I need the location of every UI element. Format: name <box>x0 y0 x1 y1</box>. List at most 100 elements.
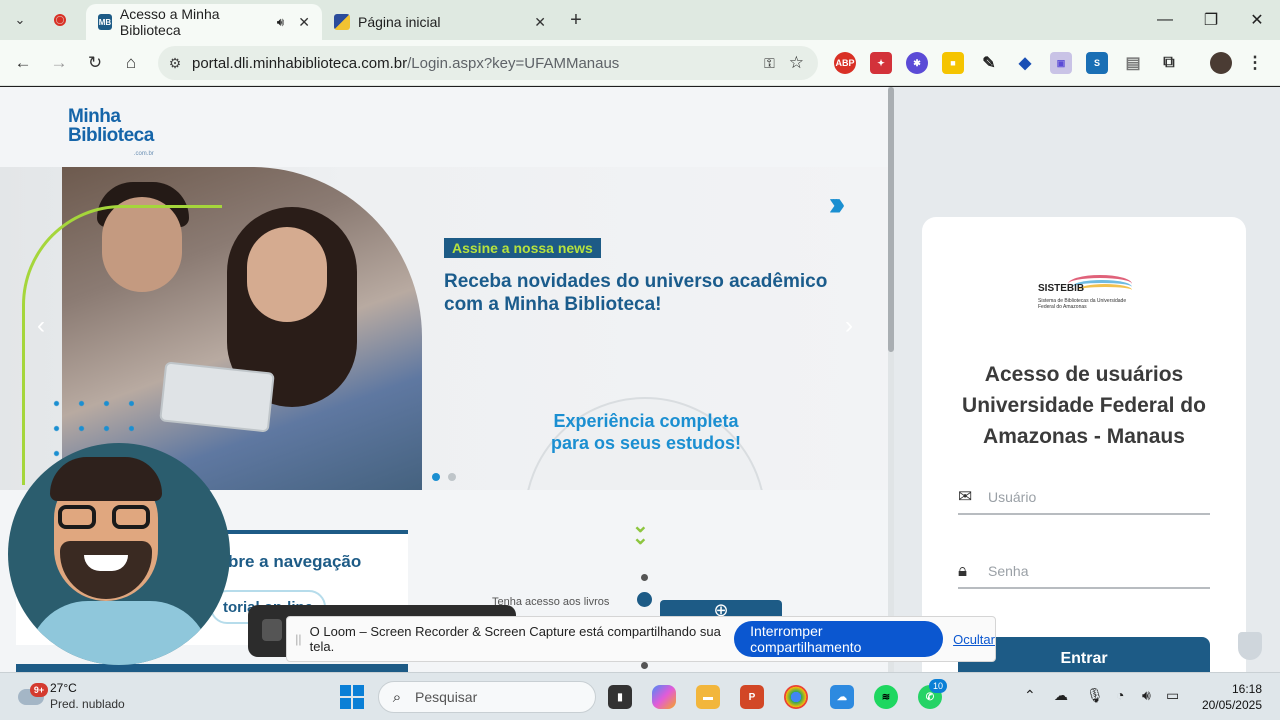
reload-icon[interactable]: ↻ <box>80 48 110 78</box>
spotify-icon[interactable]: ≋ <box>874 685 898 709</box>
chrome-icon[interactable] <box>784 685 808 709</box>
home-icon[interactable]: ⌂ <box>116 48 146 78</box>
clock-time: 16:18 <box>1231 682 1262 696</box>
login-title: Acesso de usuários Universidade Federal … <box>962 363 1206 448</box>
weather-app-icon[interactable]: ☁ <box>830 685 854 709</box>
url-path: /Login.aspx?key=UFAMManaus <box>407 54 620 72</box>
volume-icon[interactable]: 🔊︎ <box>1142 687 1151 704</box>
record-icon[interactable] <box>46 6 74 34</box>
puzzle-extensions-icon[interactable]: ⧉ <box>1158 52 1180 74</box>
search-icon: ⌕ <box>392 688 402 706</box>
minha-biblioteca-logo[interactable]: Minha Biblioteca .com.br <box>68 107 154 164</box>
address-bar[interactable]: ⚙︎ portal.dli.minhabiblioteca.com.br/Log… <box>158 46 818 80</box>
back-icon[interactable]: ← <box>8 48 38 78</box>
copilot-icon[interactable] <box>652 685 676 709</box>
site-info-icon[interactable]: ⚙︎ <box>158 55 192 72</box>
carousel-dot-1[interactable] <box>432 473 440 481</box>
taskbar-search[interactable]: ⌕ Pesquisar <box>378 681 596 713</box>
bookmark-star-icon[interactable]: ☆ <box>789 53 804 73</box>
experience-text: Experiência completa para os seus estudo… <box>550 411 742 453</box>
stop-recording-icon[interactable] <box>262 619 282 641</box>
carousel-next-icon[interactable]: › <box>832 309 866 343</box>
tab-minha-biblioteca[interactable]: MB Acesso a Minha Biblioteca 🔊︎ ✕ <box>86 4 322 40</box>
lock-icon: 🔒︎ <box>958 561 968 580</box>
bottom-band <box>16 664 408 672</box>
task-view-icon[interactable]: ▮ <box>608 685 632 709</box>
tab-pagina-inicial[interactable]: Página inicial ✕ <box>322 4 558 40</box>
carousel-banner[interactable]: ››› Assine a nossa news Receba novidades… <box>0 167 888 490</box>
newsletter-tag: Assine a nossa news <box>444 238 601 258</box>
mortarboard-icon[interactable]: ◆ <box>1014 52 1036 74</box>
blue-s-icon[interactable]: S <box>1086 52 1108 74</box>
eyedropper-icon[interactable]: ✎ <box>978 52 1000 74</box>
restore-icon[interactable]: ❐ <box>1188 0 1234 40</box>
loom-camera-bubble[interactable] <box>8 443 230 665</box>
banner-headline: Receba novidades do universo acadêmico c… <box>444 271 828 315</box>
whatsapp-badge: 10 <box>929 679 947 693</box>
stop-sharing-button[interactable]: Interromper compartilhamento <box>734 621 944 657</box>
red-extension-icon[interactable]: ✦ <box>870 52 892 74</box>
onedrive-icon[interactable]: ☁ <box>1054 687 1068 704</box>
browser-toolbar: ← → ↻ ⌂ ⚙︎ portal.dli.minhabiblioteca.co… <box>0 40 1280 86</box>
temperature: 27°C <box>50 681 77 695</box>
username-input[interactable] <box>988 489 1198 505</box>
password-key-icon[interactable]: ⚿ <box>764 55 775 72</box>
password-field[interactable]: 🔒︎ <box>958 555 1210 589</box>
tab-strip: ⌄ MB Acesso a Minha Biblioteca 🔊︎ ✕ Pági… <box>0 0 1280 40</box>
powerpoint-icon[interactable]: P <box>740 685 764 709</box>
profile-avatar[interactable] <box>1210 52 1232 74</box>
drag-handle-icon[interactable]: || <box>287 632 310 646</box>
adblock-icon[interactable]: ABP <box>834 52 856 74</box>
chevron-up-icon[interactable]: ⌃ <box>1024 687 1036 704</box>
windows-taskbar: 9+ 27°C Pred. nublado ⌕ Pesquisar ▮ ▬ P … <box>0 672 1280 720</box>
new-tab-icon[interactable]: + <box>562 6 590 34</box>
speaker-icon[interactable]: 🔊︎ <box>277 15 285 30</box>
logo-line1: Minha <box>68 106 121 127</box>
hide-link[interactable]: Ocultar <box>953 632 995 647</box>
purple-extension-icon[interactable]: ✱ <box>906 52 928 74</box>
system-clock[interactable]: 16:18 20/05/2025 <box>1200 681 1262 713</box>
close-window-icon[interactable]: ✕ <box>1234 0 1280 40</box>
close-tab-icon[interactable]: ✕ <box>298 14 310 31</box>
share-message: O Loom – Screen Recorder & Screen Captur… <box>309 624 721 654</box>
file-explorer-icon[interactable]: ▬ <box>696 685 720 709</box>
url-host: portal.dli.minhabiblioteca.com.br <box>192 54 408 72</box>
search-placeholder: Pesquisar <box>415 689 478 705</box>
minimize-icon[interactable]: — <box>1142 0 1188 40</box>
logo-line2: Biblioteca <box>68 125 154 146</box>
purple-square-icon[interactable]: ▣ <box>1050 52 1072 74</box>
windows-start-icon[interactable] <box>340 685 364 709</box>
username-field[interactable]: ✉ <box>958 481 1210 515</box>
weather-condition: Pred. nublado <box>50 697 125 711</box>
password-input[interactable] <box>988 563 1198 579</box>
timeline-dot <box>641 662 648 669</box>
tab-title: Acesso a Minha Biblioteca <box>119 6 220 38</box>
envelope-icon: ✉ <box>958 487 973 506</box>
timeline-node <box>637 592 652 607</box>
close-tab-icon[interactable]: ✕ <box>534 14 546 31</box>
carousel-prev-icon[interactable]: ‹ <box>24 309 58 343</box>
timeline-dot <box>641 574 648 581</box>
clock-date: 20/05/2025 <box>1201 698 1262 712</box>
sistebib-logo: SISTEBIB Sistema de Bibliotecas da Unive… <box>1038 273 1134 319</box>
shield-icon[interactable] <box>1238 632 1262 660</box>
document-icon[interactable]: ▤ <box>1122 52 1144 74</box>
logo-suffix: .com.br <box>133 151 154 157</box>
forward-icon[interactable]: → <box>44 48 74 78</box>
weather-widget[interactable]: 9+ 27°C Pred. nublado <box>18 679 138 715</box>
yellow-extension-icon[interactable]: ■ <box>942 52 964 74</box>
carousel-dot-2[interactable] <box>448 473 456 481</box>
navigation-title: bre a navegação <box>228 552 362 571</box>
tab-search-button[interactable]: ⌄ <box>6 6 34 34</box>
sistebib-name: SISTEBIB <box>1038 283 1085 294</box>
tab-title: Página inicial <box>358 14 441 30</box>
flag-favicon <box>334 14 350 30</box>
screen-share-notification: || O Loom – Screen Recorder & Screen Cap… <box>286 616 996 662</box>
battery-icon[interactable]: ▭ <box>1166 687 1179 704</box>
wifi-icon[interactable]: ◔ <box>1116 687 1124 703</box>
minha-biblioteca-favicon: MB <box>98 14 112 30</box>
sistebib-subtitle: Sistema de Bibliotecas da Universidade F… <box>1038 298 1127 310</box>
microphone-icon[interactable]: 🎙︎ <box>1086 687 1104 704</box>
menu-kebab-icon[interactable]: ⋮ <box>1244 52 1266 74</box>
weather-badge: 9+ <box>30 683 48 697</box>
